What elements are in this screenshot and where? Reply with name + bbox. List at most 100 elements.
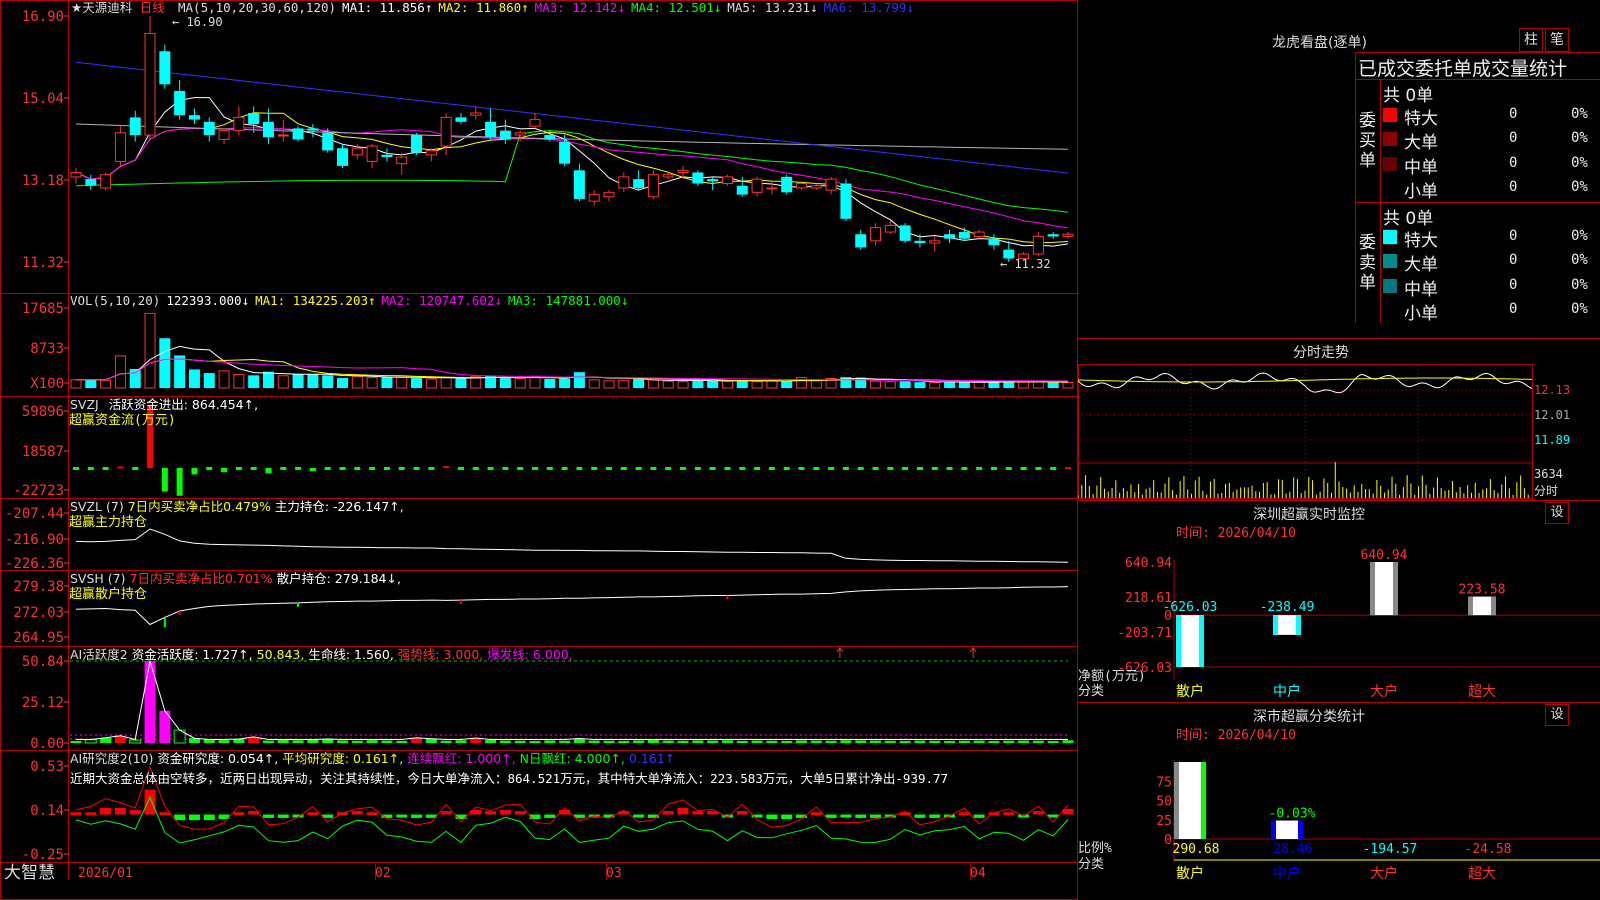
flow-dash <box>1035 467 1042 470</box>
candle-body <box>781 176 793 193</box>
ai1-header: AI活跃度2 资金活跃度: 1.727↑, 50.843, 生命线: 1.560, 强势… <box>70 647 573 662</box>
intraday-vol-label: 分时 <box>1534 484 1558 498</box>
candle-body <box>588 194 600 202</box>
row-label: 特大 <box>1404 231 1438 251</box>
header-item: AI活跃度2 <box>70 647 128 662</box>
volume-bar <box>766 380 778 389</box>
monitor-time: 时间: 2026/04/10 <box>1176 526 1296 541</box>
tab-tick[interactable]: 笔 <box>1545 28 1569 52</box>
research-bar <box>277 814 289 818</box>
activity-bar <box>351 740 363 743</box>
flow-dash <box>250 467 257 470</box>
classify-value: 28.46 <box>1273 842 1312 857</box>
header-item: 生命线: 1.560, <box>308 647 393 662</box>
volume-bar <box>159 338 171 388</box>
research-bar <box>810 812 822 816</box>
intraday-price-tick: 12.13 <box>1534 383 1570 397</box>
brand-logo: 大智慧 <box>4 863 55 883</box>
candle-body <box>322 132 334 151</box>
header-item: VOL(5,10,20) <box>70 293 160 308</box>
research-bar <box>203 814 215 821</box>
row-percent: 0% <box>1571 106 1588 122</box>
activity-bar <box>973 740 985 743</box>
flow-dash <box>739 467 746 470</box>
flow-bar <box>1065 467 1071 470</box>
flow-dash <box>428 467 435 470</box>
svsh-header: SVSH (7) 7日内买卖净占比0.701% 散户持仓: 279.184↓, <box>70 571 401 586</box>
intraday-chart[interactable]: 12.13 12.01 11.89 3634 分时 <box>1078 362 1600 502</box>
order-row: 特大 0 0% <box>1381 226 1600 251</box>
svsh-title: 超赢散户持仓 <box>69 586 147 602</box>
flow-bar <box>309 468 316 472</box>
ai2-tick: 0.53 <box>30 759 64 775</box>
candle-body <box>174 90 186 116</box>
candle-body <box>573 170 585 199</box>
flow-bar <box>191 468 198 475</box>
flow-dash <box>502 467 509 470</box>
candle-body <box>647 174 659 198</box>
classify-bar-edge <box>1174 762 1179 839</box>
flow-bar <box>443 466 450 469</box>
candle-body <box>440 116 452 147</box>
classify-category: 中户 <box>1273 865 1301 882</box>
candle-body <box>144 33 156 136</box>
intraday-price-tick: 11.89 <box>1534 433 1570 447</box>
row-count: 0 <box>1509 130 1518 147</box>
right-panel: 龙虎看盘(逐单) 柱 笔 已成交委托单成交量统计 委买单 共 0单 特大 0 0% 大… <box>1077 0 1600 900</box>
main-header: ★天源迪科 日线 <box>71 0 165 15</box>
flow-dash <box>339 467 346 470</box>
period-label: 日线 <box>140 0 166 15</box>
activity-bar <box>944 740 956 743</box>
flow-dash <box>73 467 79 470</box>
candle-body <box>233 116 245 132</box>
header-item: 7日内买卖净占比0.701% <box>130 571 273 586</box>
ma-lines <box>75 61 1069 247</box>
volume-bar <box>929 382 941 389</box>
order-stats-title: 已成交委托单成交量统计 <box>1358 58 1568 80</box>
svzl-tick: -216.90 <box>5 532 64 548</box>
candle-body <box>870 227 882 242</box>
header-item: MA6: 13.799↓ <box>824 0 914 15</box>
flow-dash <box>946 467 953 470</box>
research-bar <box>929 814 941 818</box>
monitor-category: 大户 <box>1370 683 1398 700</box>
activity-bar <box>544 740 556 743</box>
activity-bar <box>840 740 852 743</box>
monitor-bar-edge <box>1468 596 1473 616</box>
research-bar <box>1003 812 1015 816</box>
candle-body <box>188 115 200 120</box>
volume-bar <box>248 375 260 388</box>
activity-bar <box>677 740 689 743</box>
monitor-bar-edge <box>1296 615 1301 635</box>
activity-bar <box>84 739 97 744</box>
volume-bar <box>914 382 926 388</box>
header-item: SVSH (7) <box>70 571 126 586</box>
flow-dash <box>902 467 909 470</box>
flow-dash <box>546 467 553 470</box>
header-item: MA2: 11.860↑ <box>438 0 528 15</box>
activity-bar <box>958 740 970 743</box>
volume-bar <box>958 382 970 388</box>
kline-chart-area[interactable]: 16.90 15.04 13.18 11.32 17685 8733 X100 59896 18… <box>0 0 1078 900</box>
activity-bar <box>366 740 378 743</box>
activity-bar <box>1062 740 1074 743</box>
svzl-tick: -226.36 <box>5 556 64 572</box>
header-item: 平均研究度: 0.161↑, <box>282 751 403 766</box>
row-count: 0 <box>1509 106 1518 122</box>
flow-dash <box>857 467 864 470</box>
header-item: MA2: 120747.602↓ <box>382 293 502 308</box>
activity-bar <box>1018 740 1030 743</box>
vol-tick: X100 <box>30 376 64 392</box>
order-row: 特大 0 0% <box>1381 104 1600 129</box>
flow-dash <box>413 467 420 470</box>
candle-body <box>736 185 748 195</box>
volume-bar <box>277 375 289 389</box>
tab-bar[interactable]: 柱 <box>1519 28 1543 52</box>
candle-body <box>810 185 822 189</box>
svsh-line <box>75 586 1069 628</box>
research-bar <box>855 814 867 818</box>
research-bar <box>188 814 200 821</box>
candle-body <box>692 172 704 184</box>
header-item: 连续飘红: 1.000↑, <box>407 751 515 766</box>
row-label: 小单 <box>1404 181 1438 202</box>
